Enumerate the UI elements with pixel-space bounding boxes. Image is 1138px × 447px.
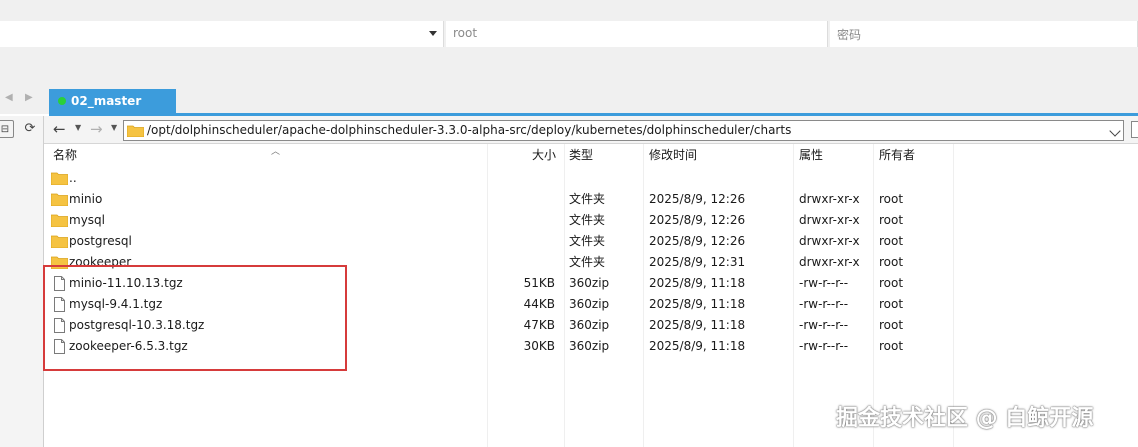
tab-scroll-left-icon[interactable]: ◀ bbox=[5, 92, 13, 103]
file-owner: root bbox=[879, 318, 904, 332]
file-owner: root bbox=[879, 255, 904, 269]
file-permissions: -rw-r--r-- bbox=[799, 297, 849, 311]
file-name: .. bbox=[69, 171, 77, 185]
file-type: 360zip bbox=[569, 339, 610, 353]
column-header-attr[interactable]: 属性 bbox=[794, 144, 874, 168]
file-permissions: drwxr-xr-x bbox=[799, 234, 860, 248]
file-permissions: drwxr-xr-x bbox=[799, 213, 860, 227]
folder-icon bbox=[51, 214, 68, 227]
folder-icon bbox=[51, 172, 68, 185]
path-input[interactable]: /opt/dolphinscheduler/apache-dolphinsche… bbox=[123, 120, 1124, 141]
file-size: 51KB bbox=[523, 276, 555, 290]
file-type: 文件夹 bbox=[569, 234, 606, 248]
tab-session[interactable]: 02_master bbox=[49, 89, 176, 114]
file-type: 文件夹 bbox=[569, 255, 606, 269]
file-owner: root bbox=[879, 339, 904, 353]
column-header-attr-label: 属性 bbox=[799, 148, 824, 162]
file-permissions: -rw-r--r-- bbox=[799, 276, 849, 290]
sort-ascending-icon: ︿ bbox=[271, 147, 281, 157]
file-type: 文件夹 bbox=[569, 192, 606, 206]
column-header-owner-label: 所有者 bbox=[879, 148, 916, 162]
file-size bbox=[490, 168, 555, 189]
column-header-size-label: 大小 bbox=[531, 148, 556, 162]
file-type: 360zip bbox=[569, 276, 610, 290]
path-history-chevron-icon[interactable] bbox=[1109, 125, 1121, 137]
folder-icon bbox=[127, 125, 144, 137]
password-field[interactable]: 密码 bbox=[830, 21, 1138, 47]
column-header-type[interactable]: 类型 bbox=[565, 144, 644, 168]
file-owner: root bbox=[879, 276, 904, 290]
file-permissions: -rw-r--r-- bbox=[799, 339, 849, 353]
file-size bbox=[490, 210, 555, 231]
file-name: postgresql bbox=[69, 234, 132, 248]
chevron-down-icon[interactable] bbox=[429, 31, 437, 36]
column-header-mtime-label: 修改时间 bbox=[649, 148, 698, 162]
table-row[interactable]: minio 文件夹 2025/8/9, 12:26 drwxr-xr-x root bbox=[44, 189, 1138, 210]
local-pane: ⊟ ⟳ bbox=[0, 116, 44, 447]
file-name: mysql bbox=[69, 213, 105, 227]
file-mtime: 2025/8/9, 11:18 bbox=[649, 297, 746, 311]
password-placeholder: 密码 bbox=[837, 28, 862, 42]
file-owner: root bbox=[879, 192, 904, 206]
forward-history-chevron-icon[interactable]: ▼ bbox=[111, 123, 117, 132]
folder-icon bbox=[51, 235, 68, 248]
back-history-chevron-icon[interactable]: ▼ bbox=[75, 123, 81, 132]
local-view-icon[interactable]: ⊟ bbox=[0, 120, 14, 138]
file-permissions: drwxr-xr-x bbox=[799, 192, 860, 206]
file-permissions: drwxr-xr-x bbox=[799, 255, 860, 269]
file-size: 44KB bbox=[523, 297, 555, 311]
forward-arrow-icon[interactable]: → bbox=[90, 120, 103, 138]
path-text: /opt/dolphinscheduler/apache-dolphinsche… bbox=[147, 123, 792, 137]
username-value: root bbox=[453, 26, 478, 40]
connection-bar: root 密码 bbox=[0, 0, 1138, 66]
highlight-annotation bbox=[43, 265, 347, 371]
connection-status-icon bbox=[58, 97, 66, 105]
tab-scroll-right-icon[interactable]: ▶ bbox=[25, 92, 33, 103]
file-mtime: 2025/8/9, 11:18 bbox=[649, 276, 746, 290]
column-header-owner[interactable]: 所有者 bbox=[874, 144, 954, 168]
file-mtime: 2025/8/9, 12:31 bbox=[649, 255, 746, 269]
file-mtime: 2025/8/9, 11:18 bbox=[649, 339, 746, 353]
file-owner: root bbox=[879, 297, 904, 311]
file-permissions: -rw-r--r-- bbox=[799, 318, 849, 332]
column-header-size[interactable]: 大小 bbox=[488, 144, 565, 168]
file-owner: root bbox=[879, 213, 904, 227]
refresh-icon[interactable]: ⟳ bbox=[21, 120, 39, 138]
back-arrow-icon[interactable]: ← bbox=[53, 120, 66, 138]
path-toolbar: ← ▼ → ▼ /opt/dolphinscheduler/apache-dol… bbox=[44, 116, 1138, 144]
tab-label: 02_master bbox=[71, 94, 142, 108]
file-name: minio bbox=[69, 192, 103, 206]
panel-toggle-icon[interactable] bbox=[1131, 121, 1138, 138]
folder-icon bbox=[51, 193, 68, 206]
file-size bbox=[490, 252, 555, 273]
file-size bbox=[490, 231, 555, 252]
host-dropdown[interactable] bbox=[0, 21, 444, 47]
watermark: 掘金技术社区 @ 白鲸开源 bbox=[836, 406, 1094, 431]
file-size: 47KB bbox=[523, 318, 555, 332]
table-row[interactable]: .. bbox=[44, 168, 1138, 189]
file-size: 30KB bbox=[523, 339, 555, 353]
file-mtime: 2025/8/9, 12:26 bbox=[649, 192, 746, 206]
file-type: 文件夹 bbox=[569, 213, 606, 227]
column-header-mtime[interactable]: 修改时间 bbox=[644, 144, 794, 168]
file-type: 360zip bbox=[569, 297, 610, 311]
file-owner: root bbox=[879, 234, 904, 248]
file-size bbox=[490, 189, 555, 210]
file-type: 360zip bbox=[569, 318, 610, 332]
column-header-type-label: 类型 bbox=[569, 148, 594, 162]
column-header-name-label: 名称 bbox=[53, 148, 78, 162]
file-mtime: 2025/8/9, 12:26 bbox=[649, 213, 746, 227]
file-mtime: 2025/8/9, 11:18 bbox=[649, 318, 746, 332]
column-header-name[interactable]: 名称 ︿ bbox=[53, 144, 488, 168]
table-row[interactable]: mysql 文件夹 2025/8/9, 12:26 drwxr-xr-x root bbox=[44, 210, 1138, 231]
username-field[interactable]: root bbox=[446, 21, 828, 47]
table-row[interactable]: postgresql 文件夹 2025/8/9, 12:26 drwxr-xr-x ro… bbox=[44, 231, 1138, 252]
file-mtime: 2025/8/9, 12:26 bbox=[649, 234, 746, 248]
